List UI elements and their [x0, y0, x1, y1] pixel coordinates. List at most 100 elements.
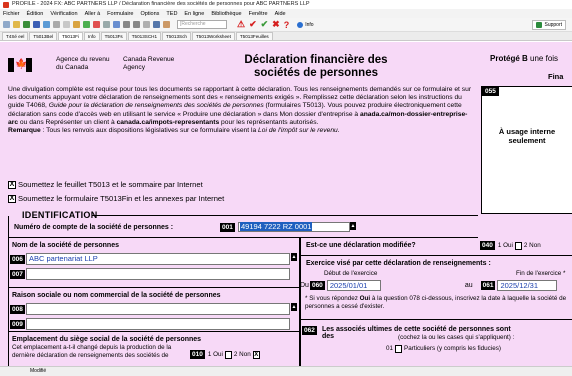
partnership-name-arrow-icon[interactable]: ▲ [291, 253, 297, 261]
amended-yes-checkbox[interactable] [514, 241, 522, 250]
remark-text: : Tous les renvois aux dispositions légi… [40, 127, 259, 135]
new-file-icon[interactable] [3, 21, 10, 28]
zoom-out-icon[interactable] [133, 21, 140, 28]
remark-end: . [337, 127, 340, 135]
form-title: Déclaration financière des sociétés de p… [244, 54, 388, 79]
printer-icon[interactable] [153, 21, 160, 28]
internet-slip-label: Soumettez le feuillet T5013 et le sommai… [18, 180, 203, 189]
menu-ted[interactable]: TED [166, 11, 177, 17]
intro-link-representatives[interactable]: canada.ca/impots-representants [117, 119, 220, 126]
tab-t5013fi[interactable]: T5013Fi [58, 32, 83, 40]
trade-name-arrow-icon[interactable]: ▲ [291, 303, 297, 311]
partnership-name-field-2[interactable] [26, 268, 290, 280]
form-icon[interactable] [113, 21, 120, 28]
tab-t5013worksheet[interactable]: T5013Worksheet [191, 32, 235, 40]
support-button[interactable]: Support [532, 20, 566, 30]
menu-window[interactable]: Fenêtre [249, 11, 268, 17]
fiscal-end-field[interactable]: 2025/12/31 [497, 280, 558, 291]
fiscal-start-field[interactable]: 2025/01/01 [326, 280, 381, 291]
amended-question: Est-ce une déclaration modifiée? [306, 242, 416, 249]
menu-library[interactable]: Bibliothèque [211, 11, 241, 17]
head-office-label: Emplacement du siège social de la sociét… [12, 336, 202, 343]
grid-icon[interactable] [103, 21, 110, 28]
attach-icon[interactable] [163, 21, 170, 28]
tab-t5013fs[interactable]: T5013Fs [100, 32, 127, 40]
ultimate-individuals-checkbox[interactable] [395, 345, 403, 353]
app-logo-icon [3, 1, 9, 8]
remark-law: Loi de l'impôt sur le revenu [258, 127, 338, 135]
internet-slip-option[interactable]: X Soumettez le feuillet T5013 et le somm… [8, 180, 203, 189]
support-icon [536, 22, 543, 28]
internet-fin-option[interactable]: X Soumettez le formulaire T5013Fin et le… [8, 194, 224, 203]
check-green-icon[interactable]: ✔ [261, 19, 269, 30]
intro-paragraph: Une divulgation complète est requise pou… [8, 86, 476, 135]
fiscal-au-label: au [464, 282, 473, 289]
trade-name-field-2[interactable] [26, 318, 290, 330]
toolbar: [Recherche ⚠ ✔ ✔ ✖ ? Info Support [0, 18, 572, 32]
internet-fin-label: Soumettez le formulaire T5013Fin et les … [18, 194, 225, 203]
menu-form[interactable]: Formulaire [107, 11, 133, 17]
print-icon[interactable] [43, 21, 50, 28]
tab-t5013sch[interactable]: T5013Sch [162, 32, 191, 40]
save-icon[interactable] [23, 21, 30, 28]
question-icon[interactable]: ? [284, 20, 290, 30]
menu-online[interactable]: En ligne [184, 11, 204, 17]
tab-info[interactable]: Info [83, 32, 100, 40]
tab-t5013bel[interactable]: T5013Bel [29, 32, 58, 40]
amended-code: 040 [480, 241, 495, 250]
zoom-in-icon[interactable] [123, 21, 130, 28]
copy-icon[interactable] [63, 21, 70, 28]
back-icon[interactable] [93, 21, 100, 28]
open-folder-icon[interactable] [13, 21, 20, 28]
menu-goto[interactable]: Aller à [85, 11, 101, 17]
fina-label: Fina [548, 72, 564, 81]
fiscal-start-code: 060 [309, 281, 325, 290]
intro-text-mid: ou dans Représenter un client à [18, 118, 117, 126]
ultimate-partners-code: 062 [302, 326, 317, 335]
warning-icon[interactable]: ⚠ [237, 19, 245, 30]
fiscal-period-row: Du 060 2025/01/01 au 061 2025/12/31 [300, 280, 558, 291]
intro-guide-title: Guide pour la déclaration de renseigneme… [48, 102, 264, 110]
menu-options[interactable]: Options [140, 11, 159, 17]
remark-label: Remarque [8, 127, 41, 135]
internet-fin-checkbox[interactable]: X [8, 194, 16, 203]
account-number-label: Numéro de compte de la société de person… [14, 224, 174, 231]
intro-text-end: pour les représentants autorisés. [219, 118, 319, 126]
menu-edit[interactable]: Édition [27, 11, 44, 17]
account-number-field[interactable]: 49194 7222 RZ 0001 [238, 222, 350, 232]
partnership-name-label: Nom de la société de personnes [12, 242, 119, 249]
calculator-icon[interactable] [143, 21, 150, 28]
status-text: Modifié [30, 368, 47, 374]
tab-t5013sch1[interactable]: T5013SCH1 [127, 32, 162, 40]
search-input[interactable]: [Recherche [177, 20, 227, 29]
head-office-question: Cet emplacement a-t-il changé depuis la … [12, 344, 172, 359]
trade-name-field-1[interactable] [26, 303, 290, 315]
partnership-name-field[interactable]: ABC partenariat LLP [26, 253, 290, 265]
internal-use-code: 055 [482, 87, 499, 96]
tab-t5013feuilles[interactable]: T5013Feuilles [235, 32, 273, 40]
head-office-yes-checkbox[interactable] [224, 350, 232, 359]
menu-bar: Fichier Édition Vérification Aller à For… [0, 9, 572, 18]
menu-help[interactable]: Aide [275, 11, 286, 17]
protected-label: Protégé B une fois [490, 54, 558, 63]
error-x-icon[interactable]: ✖ [272, 19, 280, 30]
tab-t4see[interactable]: T4Sé eel [2, 32, 29, 40]
support-label: Support [544, 22, 562, 28]
disk-icon[interactable] [33, 21, 40, 28]
internet-slip-checkbox[interactable]: X [8, 180, 16, 189]
info-button[interactable]: Info [297, 21, 314, 28]
canada-flag-icon: 🍁 [8, 58, 32, 72]
internal-use-label: À usage interne seulement [498, 127, 556, 145]
check-red-icon[interactable]: ✔ [249, 19, 257, 30]
menu-file[interactable]: Fichier [3, 11, 20, 17]
forward-icon[interactable] [83, 21, 90, 28]
fiscal-note-bold: Oui [359, 295, 371, 302]
trade-name-code-2: 009 [10, 320, 25, 329]
trade-name-label: Raison sociale ou nom commercial de la s… [12, 292, 221, 299]
internal-use-panel: 055 À usage interne seulement [481, 86, 572, 214]
head-office-no-checkbox[interactable]: X [252, 350, 260, 359]
account-number-arrow-icon[interactable]: ▲ [350, 222, 356, 230]
paste-icon[interactable] [73, 21, 80, 28]
menu-verification[interactable]: Vérification [50, 11, 77, 17]
cut-icon[interactable] [53, 21, 60, 28]
